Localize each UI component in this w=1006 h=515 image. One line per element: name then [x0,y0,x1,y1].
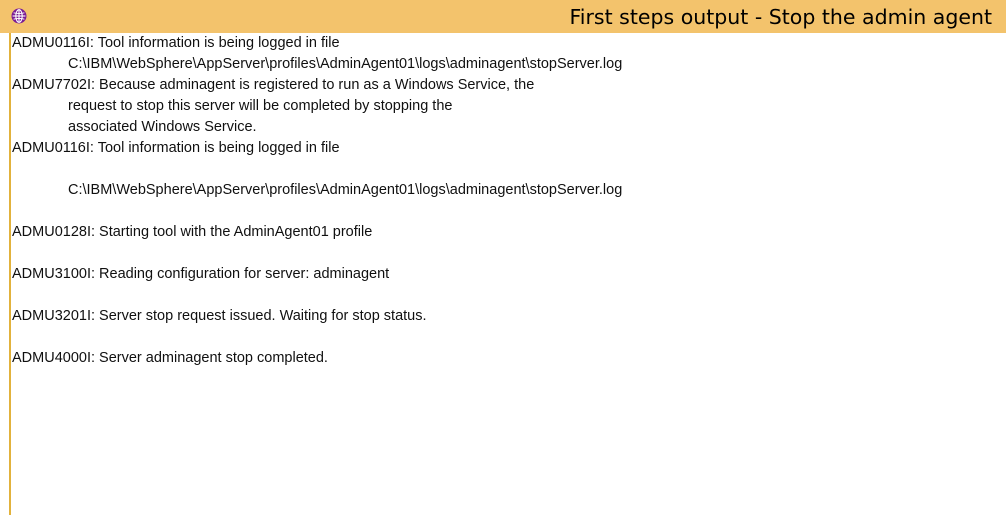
globe-icon [11,8,27,24]
output-line: ADMU0116I: Tool information is being log… [12,140,340,156]
output-panel: ADMU0116I: Tool information is being log… [0,33,1006,515]
output-line: C:\IBM\WebSphere\AppServer\profiles\Admi… [68,182,623,198]
output-line: ADMU4000I: Server adminagent stop comple… [12,350,328,366]
output-line: ADMU3100I: Reading configuration for ser… [12,266,390,282]
first-steps-output-window: First steps output - Stop the admin agen… [0,0,1006,515]
output-line: ADMU0128I: Starting tool with the AdminA… [12,224,373,240]
output-text-area[interactable]: ADMU0116I: Tool information is being log… [12,33,1002,515]
output-line: request to stop this server will be comp… [68,98,453,114]
panel-left-border [9,33,11,515]
output-line: ADMU3201I: Server stop request issued. W… [12,308,427,324]
title-bar[interactable]: First steps output - Stop the admin agen… [0,0,1006,33]
output-line: C:\IBM\WebSphere\AppServer\profiles\Admi… [68,56,623,72]
output-line: ADMU7702I: Because adminagent is registe… [12,77,535,93]
window-title: First steps output - Stop the admin agen… [569,5,993,29]
output-line: ADMU0116I: Tool information is being log… [12,35,340,51]
output-line: associated Windows Service. [68,119,257,135]
